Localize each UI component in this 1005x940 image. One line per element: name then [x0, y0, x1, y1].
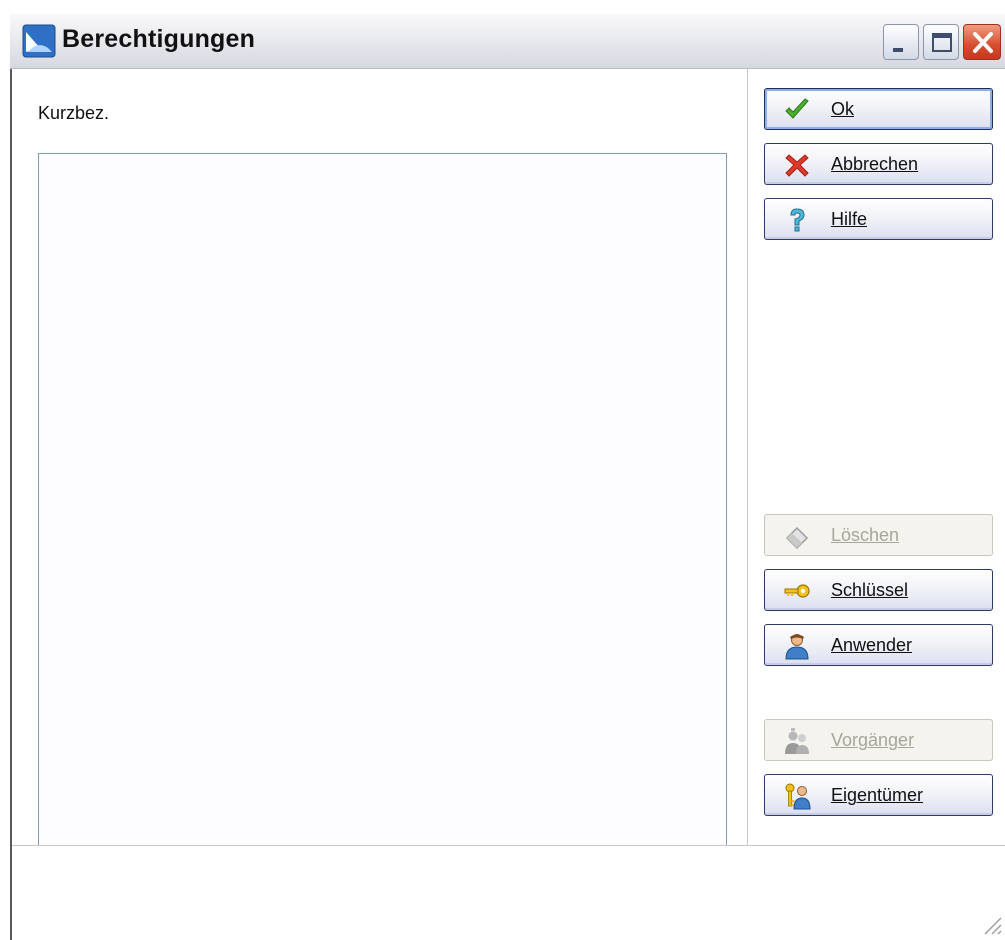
- hilfe-label: Hilfe: [831, 209, 868, 229]
- close-icon: [973, 32, 993, 53]
- vertical-divider: [747, 69, 748, 845]
- vorgaenger-button[interactable]: Vorgänger: [764, 719, 993, 761]
- close-button[interactable]: [963, 24, 1001, 60]
- loeschen-button[interactable]: Löschen: [764, 514, 993, 556]
- window-title: Berechtigungen: [62, 25, 256, 53]
- resize-grip-icon[interactable]: [981, 914, 1003, 936]
- key-icon: [784, 584, 810, 598]
- abbrechen-button[interactable]: Abbrechen: [764, 143, 993, 185]
- ok-label: Ok: [831, 99, 855, 119]
- owner-icon: [785, 783, 811, 810]
- x-icon: [785, 154, 809, 177]
- permissions-list[interactable]: [38, 153, 727, 904]
- question-icon: [790, 208, 805, 232]
- title-bar[interactable]: Berechtigungen: [10, 14, 1005, 69]
- maximize-button[interactable]: [923, 24, 959, 60]
- anwender-label: Anwender: [831, 635, 913, 655]
- checkmark-icon: [785, 98, 809, 119]
- maximize-icon: [932, 33, 952, 52]
- user-icon: [785, 634, 809, 660]
- window: Berechtigungen Kurzbez. Ok Abbrechen Hil…: [10, 14, 1005, 940]
- vorgaenger-label: Vorgänger: [831, 730, 915, 750]
- hilfe-button[interactable]: Hilfe: [764, 198, 993, 240]
- anwender-button[interactable]: Anwender: [764, 624, 993, 666]
- dialog-content: Kurzbez. Ok Abbrechen Hilfe Löschen Schl…: [10, 69, 1005, 940]
- eigentuemer-label: Eigentümer: [831, 785, 924, 805]
- schluessel-button[interactable]: Schlüssel: [764, 569, 993, 611]
- app-icon: [22, 24, 56, 58]
- minimize-button[interactable]: [883, 24, 919, 60]
- ok-button[interactable]: Ok: [764, 88, 993, 130]
- status-bar: [12, 846, 1005, 940]
- loeschen-label: Löschen: [831, 525, 900, 545]
- minimize-icon: [893, 48, 903, 52]
- users-icon: [785, 728, 809, 754]
- eraser-icon: [785, 526, 809, 550]
- abbrechen-label: Abbrechen: [831, 154, 919, 174]
- eigentuemer-button[interactable]: Eigentümer: [764, 774, 993, 816]
- kurzbez-label: Kurzbez.: [38, 103, 110, 123]
- schluessel-label: Schlüssel: [831, 580, 909, 600]
